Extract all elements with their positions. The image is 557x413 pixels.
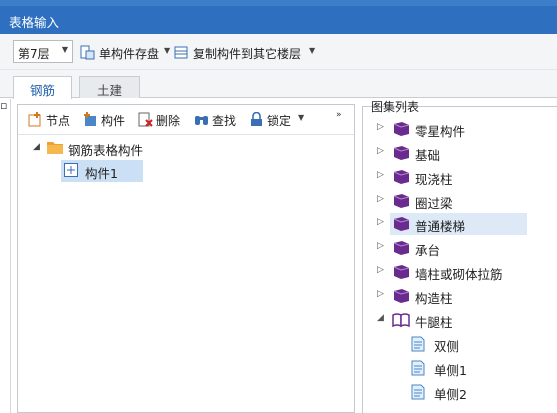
atlas-header: 图集列表 [362,99,557,114]
chevron-down-icon: ▼ [164,46,171,55]
chevron-down-icon: ▼ [61,45,68,54]
atlas-item[interactable]: ▷ 现浇柱 [362,166,557,188]
atlas-item-label: 承台 [415,243,441,258]
expand-triangle-icon[interactable]: ▷ [377,146,384,156]
atlas-sub-item-label: 双侧 [434,339,460,354]
book-icon [393,194,410,208]
atlas-sub-item-label: 单侧1 [434,363,467,378]
atlas-title: 图集列表 [371,100,420,114]
add-node-label: 节点 [46,114,71,128]
atlas-sub-item[interactable]: 单侧1 [410,357,550,379]
atlas-item-selected[interactable]: ▷ 普通楼梯 [362,213,557,235]
book-icon [393,122,410,136]
atlas-item[interactable]: ▷ 基础 [362,142,557,164]
lock-icon [251,112,262,126]
atlas-item[interactable]: ▷ 零星构件 [362,118,557,140]
find-button[interactable]: 查找 [194,112,240,128]
save-component-icon [80,45,95,60]
atlas-sub-item[interactable]: 单侧2 [410,381,550,403]
atlas-sub-item[interactable]: 双侧 [410,333,550,355]
add-component-icon [84,112,96,126]
book-icon [393,170,410,184]
book-icon [393,289,410,303]
tab-civil[interactable]: 土建 [79,76,140,98]
expand-triangle-icon[interactable]: ▷ [377,241,384,251]
atlas-item-label: 牛腿柱 [415,315,453,330]
add-node-button[interactable]: 节点 [28,112,74,128]
save-component-button[interactable]: 单构件存盘 ▼ [80,45,172,61]
left-edge-glyph: ▫ [0,99,8,112]
delete-icon [138,112,153,127]
atlas-item-label: 墙柱或砌体拉筋 [415,267,503,282]
add-component-label: 构件 [101,114,126,128]
atlas-item-expanded[interactable]: ◢ 牛腿柱 [362,309,557,331]
expand-triangle-icon[interactable]: ▷ [377,217,384,227]
lock-label: 锁定 [267,114,292,128]
title-bar[interactable]: 表格输入 [0,6,557,34]
more-icon[interactable]: » [336,110,342,120]
book-icon [393,241,410,255]
chevron-down-icon: ▼ [309,46,316,55]
atlas-item[interactable]: ▷ 承台 [362,237,557,259]
collapse-triangle-icon[interactable]: ◢ [33,142,40,152]
expand-triangle-icon[interactable]: ▷ [377,265,384,275]
expand-triangle-icon[interactable]: ▷ [377,289,384,299]
atlas-item[interactable]: ▷ 墙柱或砌体拉筋 [362,261,557,283]
atlas-item-label: 零星构件 [415,124,466,139]
left-edge-panel: ▫ [0,99,11,413]
book-icon [393,265,410,279]
book-icon [393,217,410,231]
expand-triangle-icon[interactable]: ▷ [377,170,384,180]
tree-node-label: 构件1 [85,166,118,181]
book-icon [393,146,410,160]
tree-root-label: 钢筋表格构件 [68,143,144,158]
window-title: 表格输入 [9,15,60,30]
atlas-item-label: 基础 [415,148,441,163]
document-icon [411,384,425,400]
tab-rebar[interactable]: 钢筋 [13,76,72,99]
atlas-item[interactable]: ▷ 圈过梁 [362,190,557,212]
atlas-sub-item-label: 单侧2 [434,387,467,402]
chevron-down-icon: ▼ [298,113,305,122]
binoculars-icon [195,116,208,125]
copy-floor-icon [174,46,188,59]
expand-triangle-icon[interactable]: ▷ [377,194,384,204]
component-icon [64,163,78,177]
atlas-item[interactable]: ▷ 构造柱 [362,285,557,307]
add-node-icon [28,112,41,127]
folder-icon [47,142,63,154]
floor-select[interactable]: 第7层 ▼ [13,40,73,63]
atlas-item-label: 圈过梁 [415,196,453,211]
floor-select-value: 第7层 [18,47,50,61]
save-component-label: 单构件存盘 [99,47,160,61]
copy-to-floor-label: 复制构件到其它楼层 [193,47,302,61]
atlas-item-label: 普通楼梯 [415,219,466,234]
atlas-item-label: 现浇柱 [415,172,453,187]
add-component-button[interactable]: 构件 [83,112,129,128]
atlas-item-label: 构造柱 [415,291,453,306]
expand-triangle-icon[interactable]: ▷ [377,122,384,132]
delete-label: 删除 [156,114,181,128]
lock-button[interactable]: 锁定 ▼ [249,112,305,128]
toolbar-divider [18,134,354,135]
document-icon [411,360,425,376]
tree-node-component[interactable]: 构件1 [61,160,143,182]
collapse-triangle-icon[interactable]: ◢ [377,313,384,323]
find-label: 查找 [212,114,237,128]
document-icon [411,336,425,352]
open-book-icon [392,313,410,328]
delete-button[interactable]: 删除 [138,112,184,128]
copy-to-floor-button[interactable]: 复制构件到其它楼层 ▼ [174,45,316,61]
